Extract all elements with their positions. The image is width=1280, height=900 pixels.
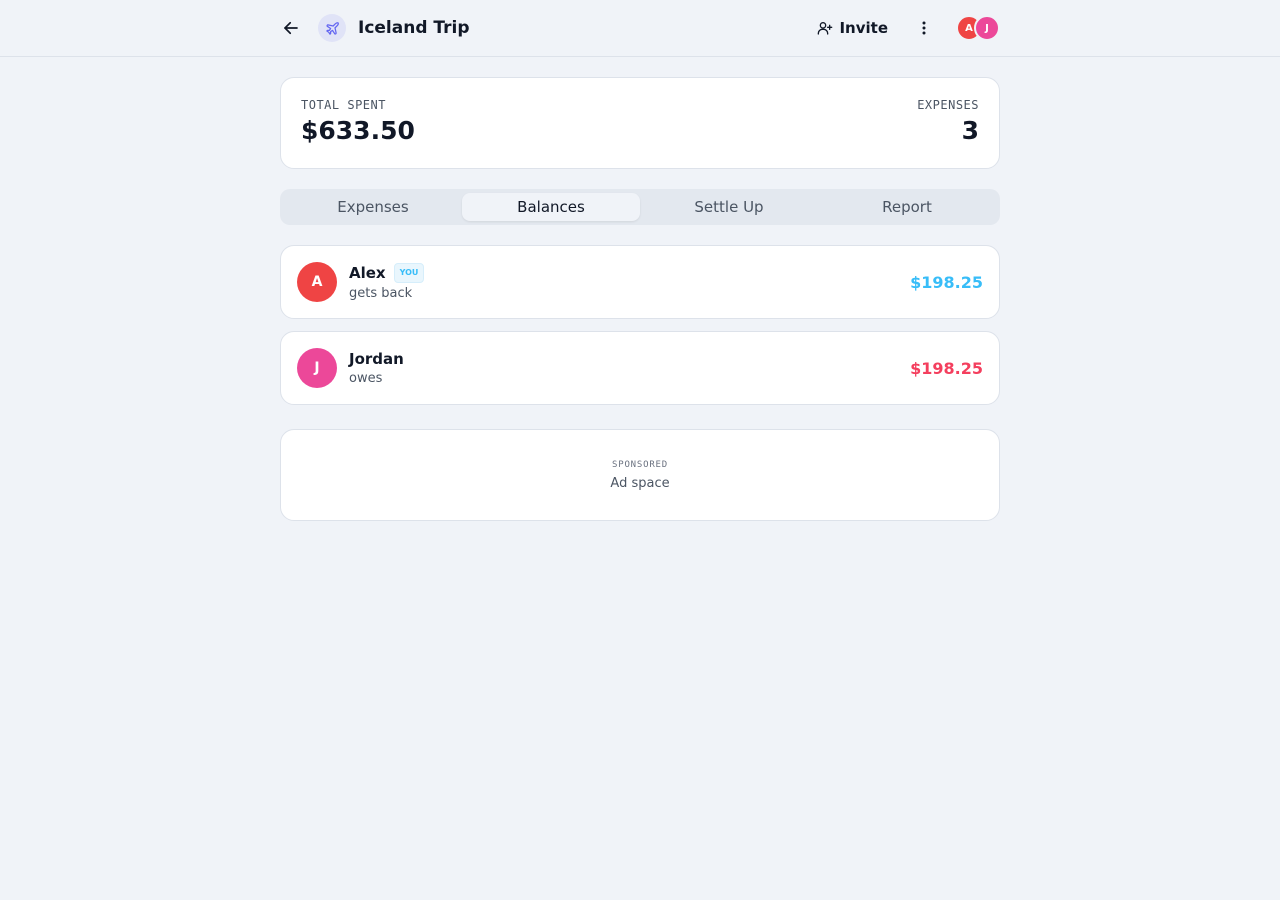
invite-button[interactable]: Invite <box>817 19 888 37</box>
sponsored-ad[interactable]: SPONSORED Ad space <box>280 429 1000 521</box>
person-info: Alex YOU gets back <box>349 263 425 301</box>
sponsored-label: SPONSORED <box>612 459 668 470</box>
you-badge: YOU <box>393 263 425 283</box>
avatar: J <box>297 348 337 388</box>
page-title: Iceland Trip <box>358 18 470 38</box>
arrow-left-icon <box>284 21 298 35</box>
more-vertical-icon <box>922 21 926 35</box>
tab-expenses[interactable]: Expenses <box>284 193 462 221</box>
total-spent-value: $633.50 <box>301 116 415 145</box>
balance-status: gets back <box>349 286 413 301</box>
person-name: Alex <box>349 264 386 282</box>
balance-row-jordan[interactable]: J Jordan owes $198.25 <box>280 331 1000 405</box>
tab-bar: Expenses Balances Settle Up Report <box>280 189 1000 225</box>
name-row: Jordan <box>349 350 404 368</box>
person-name: Jordan <box>349 350 404 368</box>
back-button[interactable] <box>280 17 302 39</box>
tab-settle-up[interactable]: Settle Up <box>640 193 818 221</box>
balance-amount: $198.25 <box>910 358 983 378</box>
invite-label: Invite <box>839 19 888 37</box>
user-plus-icon <box>818 22 833 35</box>
top-bar: Iceland Trip Invite A J <box>0 0 1280 57</box>
tab-report[interactable]: Report <box>818 193 996 221</box>
member-avatars[interactable]: A J <box>956 15 1000 41</box>
ad-space-text: Ad space <box>610 475 670 491</box>
more-options-button[interactable] <box>914 16 934 40</box>
avatar: A <box>297 262 337 302</box>
plane-icon <box>318 14 346 42</box>
expenses-count-label: EXPENSES <box>917 98 979 112</box>
avatar: J <box>974 15 1000 41</box>
balance-amount: $198.25 <box>910 272 983 292</box>
tab-balances[interactable]: Balances <box>462 193 640 221</box>
balance-row-alex[interactable]: A Alex YOU gets back $198.25 <box>280 245 1000 319</box>
expenses-count-value: 3 <box>961 116 979 145</box>
top-bar-content: Iceland Trip Invite A J <box>280 0 1000 56</box>
total-spent-label: TOTAL SPENT <box>301 98 386 112</box>
name-row: Alex YOU <box>349 263 425 283</box>
trip-summary-card: TOTAL SPENT $633.50 EXPENSES 3 <box>280 77 1000 169</box>
person-info: Jordan owes <box>349 350 404 386</box>
balance-status: owes <box>349 371 383 386</box>
